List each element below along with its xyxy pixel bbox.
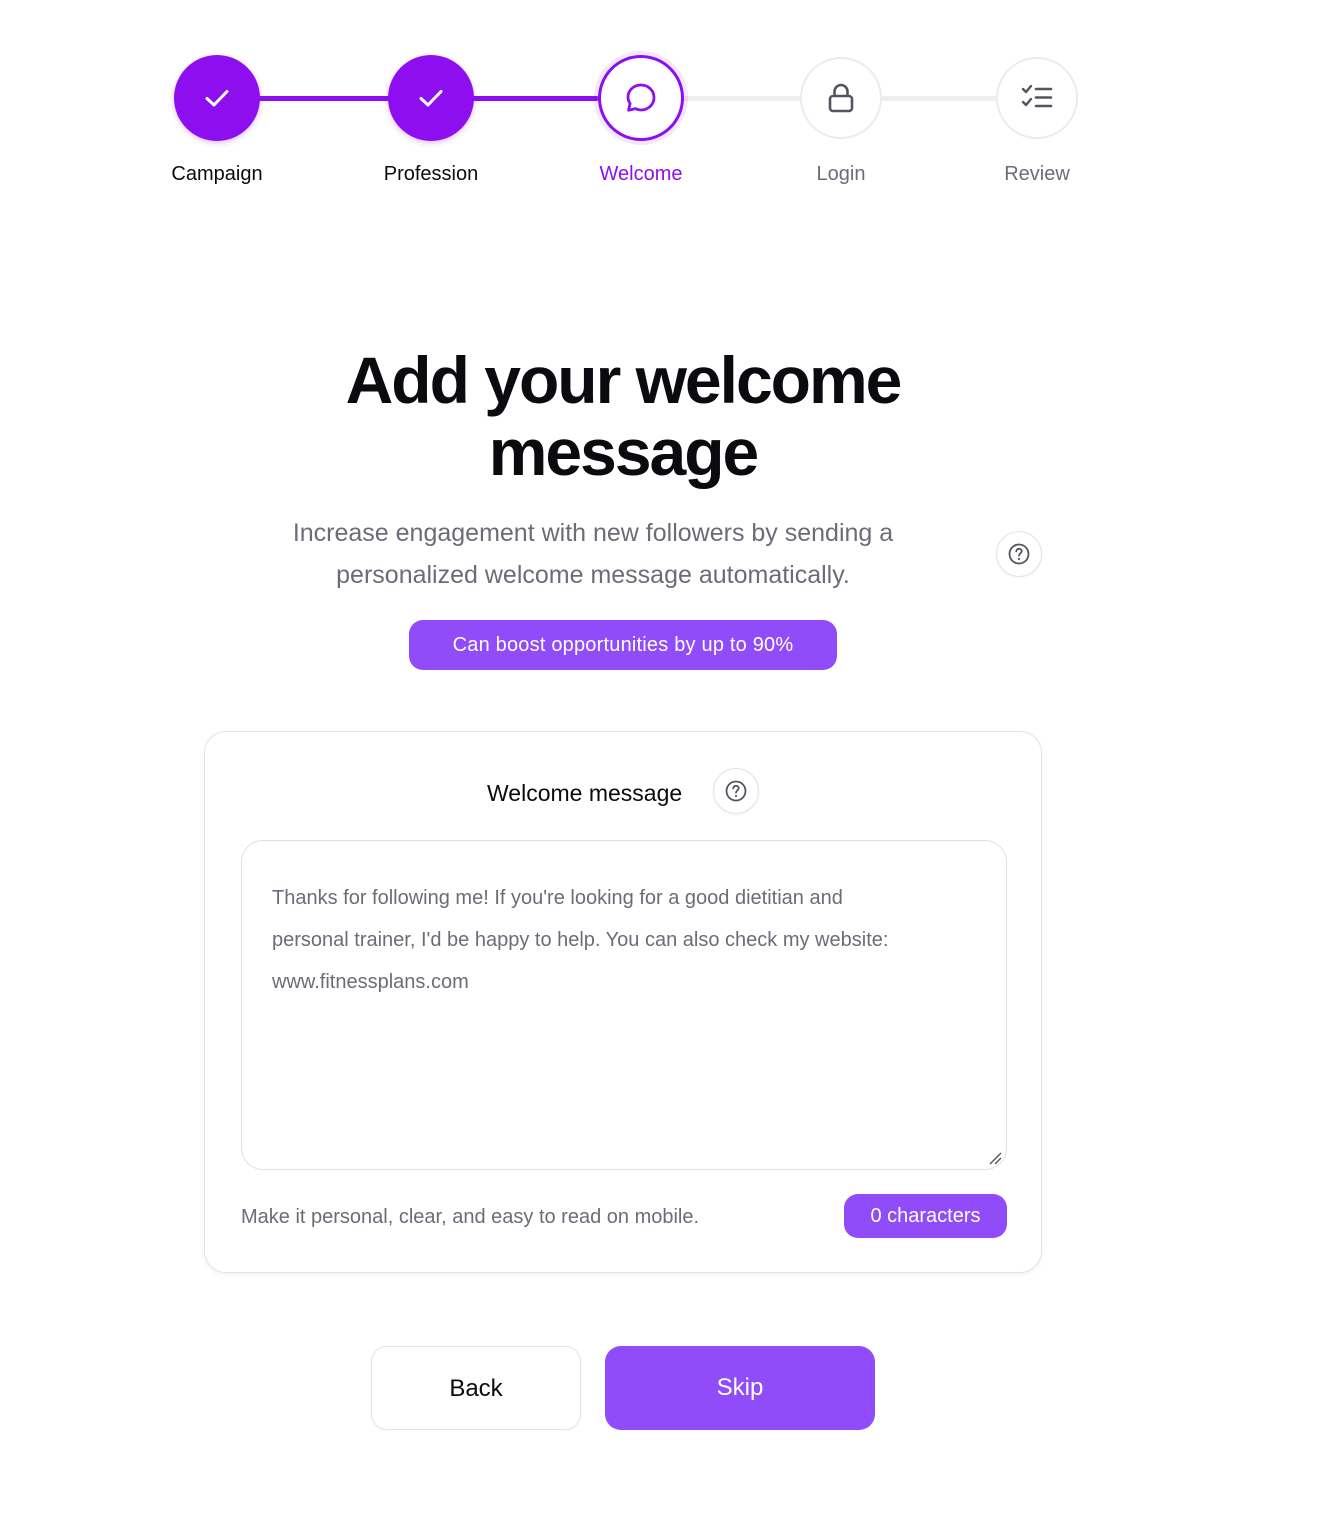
checklist-icon [1021,84,1053,108]
page-subtitle-line-2: personalized welcome message automatical… [336,561,850,589]
resize-handle-icon[interactable] [988,1151,1002,1165]
page-title: Add your welcome message [0,344,1246,488]
step-label-review: Review [1004,163,1070,185]
check-icon [419,90,443,107]
message-line-2: personal trainer, I'd be happy to help. … [272,929,889,951]
step-label-campaign: Campaign [171,163,263,185]
lock-icon [828,83,854,113]
message-hint: Make it personal, clear, and easy to rea… [241,1206,700,1228]
question-circle-icon [725,780,747,802]
stepper-track-pending-2 [880,96,998,101]
subtitle-help-button[interactable] [996,531,1042,577]
welcome-message-card: Welcome message Thanks for following me!… [204,731,1042,1273]
message-line-1: Thanks for following me! If you're looki… [272,887,843,909]
boost-badge: Can boost opportunities by up to 90% [409,620,837,670]
step-label-profession: Profession [383,163,479,185]
welcome-message-textarea[interactable]: Thanks for following me! If you're looki… [241,840,1007,1170]
page-subtitle-line-1: Increase engagement with new followers b… [292,519,894,547]
card-title: Welcome message [487,780,683,806]
step-profession[interactable] [388,55,474,141]
page-title-line-2: message [488,415,760,489]
step-label-welcome: Welcome [599,163,683,185]
step-campaign[interactable] [174,55,260,141]
character-count-badge: 0 characters [844,1194,1007,1238]
step-label-login: Login [816,163,866,185]
progress-stepper: Campaign Profession Welcome Login Review [0,0,1320,200]
welcome-message-help-button[interactable] [713,768,759,814]
stepper-track-pending-1 [683,96,803,101]
page-title-line-1: Add your welcome [345,343,903,417]
chat-bubble-icon [626,83,656,112]
step-login[interactable] [800,57,882,139]
message-line-3: www.fitnessplans.com [272,971,469,993]
check-icon [205,90,229,107]
skip-button[interactable]: Skip [605,1346,875,1430]
step-welcome[interactable] [598,55,684,141]
step-review[interactable] [996,57,1078,139]
question-circle-icon [1008,543,1030,565]
back-button[interactable]: Back [371,1346,581,1430]
